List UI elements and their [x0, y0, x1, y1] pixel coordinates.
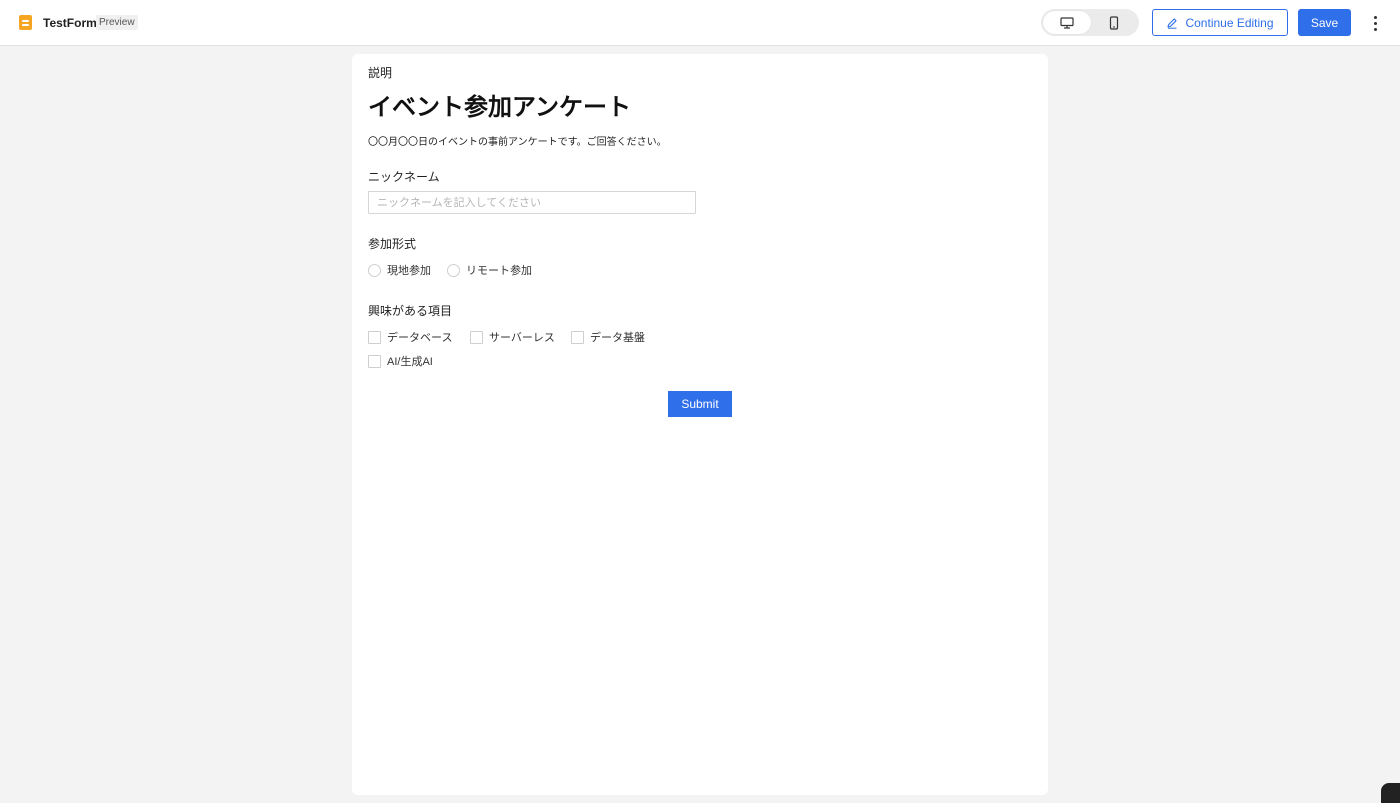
- app-title: TestForm: [43, 16, 97, 30]
- mobile-phone-icon: [1109, 15, 1119, 30]
- checkbox[interactable]: [368, 330, 381, 344]
- desktop-monitor-icon: [1060, 16, 1074, 29]
- nickname-label: ニックネーム: [368, 170, 440, 184]
- interest-option-label: サーバーレス: [489, 332, 555, 344]
- format-label: 参加形式: [368, 237, 417, 251]
- form-card: 説明 イベント参加アンケート 〇〇月〇〇日のイベントの事前アンケートです。ご回答…: [352, 54, 1048, 795]
- format-option-label: 現地参加: [387, 265, 431, 277]
- nickname-input[interactable]: [368, 191, 696, 214]
- continue-editing-button[interactable]: Continue Editing: [1152, 9, 1288, 36]
- interest-label: 興味がある項目: [368, 304, 453, 318]
- interest-option-label: AI/生成AI: [387, 356, 433, 368]
- device-toggle: [1041, 9, 1139, 36]
- continue-editing-label: Continue Editing: [1185, 15, 1274, 30]
- form-description: 〇〇月〇〇日のイベントの事前アンケートです。ご回答ください。: [368, 137, 667, 148]
- checkbox[interactable]: [470, 330, 483, 344]
- format-option-onsite[interactable]: 現地参加: [368, 262, 431, 278]
- interest-option-label: データ基盤: [590, 332, 645, 344]
- interest-option-database[interactable]: データベース: [368, 329, 452, 345]
- submit-button[interactable]: Submit: [668, 391, 732, 417]
- form-document-icon: [19, 15, 32, 30]
- form-title: イベント参加アンケート: [368, 94, 632, 121]
- checkbox[interactable]: [368, 354, 381, 368]
- more-vertical-icon[interactable]: [1366, 12, 1384, 34]
- radio-button[interactable]: [368, 263, 381, 277]
- radio-button[interactable]: [447, 263, 460, 277]
- interest-option-label: データベース: [387, 332, 453, 344]
- checkbox[interactable]: [571, 330, 584, 344]
- desktop-view-button[interactable]: [1043, 11, 1091, 34]
- save-button[interactable]: Save: [1298, 9, 1351, 36]
- floating-widget[interactable]: [1381, 783, 1400, 803]
- pencil-icon: [1167, 17, 1178, 29]
- interest-option-ai[interactable]: AI/生成AI: [368, 353, 433, 369]
- format-option-remote[interactable]: リモート参加: [447, 262, 532, 278]
- section-label: 説明: [368, 66, 393, 80]
- interest-option-data-platform[interactable]: データ基盤: [571, 329, 645, 345]
- preview-badge: Preview: [96, 15, 138, 30]
- format-option-label: リモート参加: [466, 265, 532, 277]
- interest-option-serverless[interactable]: サーバーレス: [470, 329, 555, 345]
- mobile-view-button[interactable]: [1090, 11, 1138, 34]
- top-bar: TestForm Preview Continue Editing Save: [0, 0, 1400, 46]
